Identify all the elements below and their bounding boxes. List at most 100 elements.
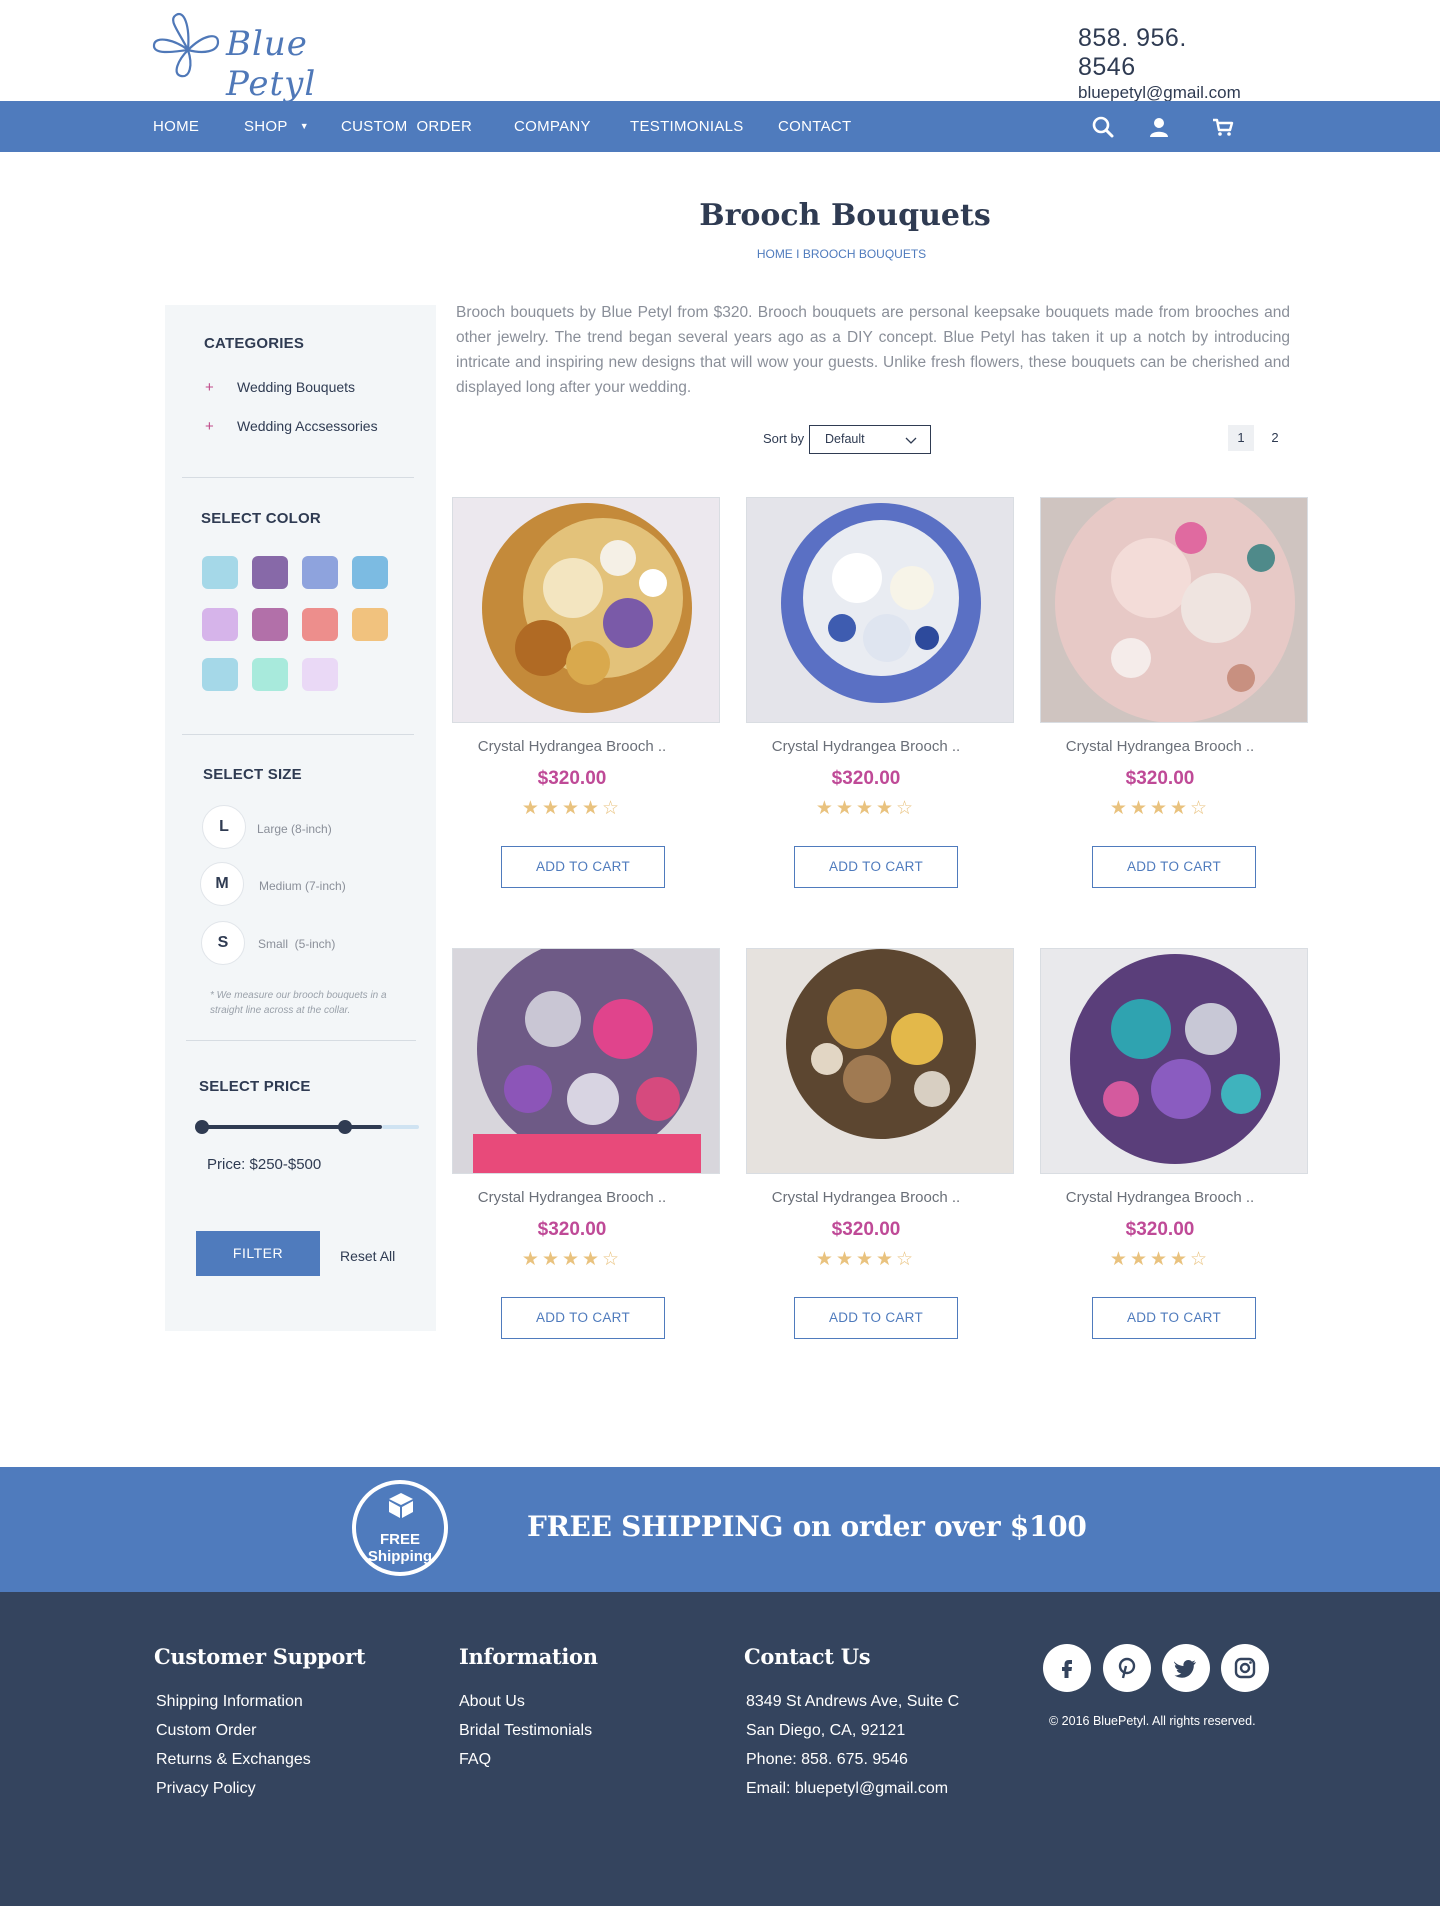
site-header: Blue Petyl 858. 956. 8546 bluepetyl@gmai…	[0, 0, 1440, 104]
product-card[interactable]: Crystal Hydrangea Brooch .. $320.00 ★★★★…	[452, 497, 720, 937]
categories-heading: CATEGORIES	[204, 335, 305, 352]
size-large-button[interactable]: L	[202, 805, 246, 849]
product-image[interactable]	[452, 497, 720, 723]
color-swatch[interactable]	[252, 658, 288, 691]
footer-link-custom-order[interactable]: Custom Order	[156, 1722, 256, 1740]
product-image[interactable]	[746, 948, 1014, 1174]
product-price: $320.00	[537, 768, 607, 789]
price-slider-max-handle[interactable]	[338, 1120, 352, 1134]
badge-text: FREE Shipping	[356, 1531, 444, 1565]
color-swatch[interactable]	[252, 608, 288, 641]
add-to-cart-button[interactable]: ADD TO CART	[501, 1297, 665, 1339]
product-rating: ★★★★☆	[521, 798, 623, 819]
price-range-label: Price: $250-$500	[207, 1156, 322, 1173]
nav-contact[interactable]: CONTACT	[778, 101, 851, 152]
facebook-icon[interactable]	[1043, 1644, 1091, 1692]
caret-down-icon: ▼	[299, 121, 309, 131]
color-swatch[interactable]	[302, 556, 338, 589]
instagram-icon[interactable]	[1221, 1644, 1269, 1692]
nav-company[interactable]: COMPANY	[514, 101, 591, 152]
price-slider-track[interactable]	[382, 1125, 419, 1129]
color-swatch[interactable]	[352, 608, 388, 641]
add-to-cart-button[interactable]: ADD TO CART	[1092, 846, 1256, 888]
footer-link-privacy[interactable]: Privacy Policy	[156, 1780, 256, 1798]
product-rating: ★★★★☆	[1109, 1249, 1211, 1270]
footer-link-shipping-info[interactable]: Shipping Information	[156, 1693, 303, 1711]
footer-link-about[interactable]: About Us	[459, 1693, 525, 1711]
footer-link-faq[interactable]: FAQ	[459, 1751, 491, 1769]
filter-button[interactable]: FILTER	[196, 1231, 320, 1276]
add-to-cart-button[interactable]: ADD TO CART	[501, 846, 665, 888]
product-image[interactable]	[746, 497, 1014, 723]
product-name[interactable]: Crystal Hydrangea Brooch ..	[746, 1189, 986, 1206]
contact-phone[interactable]: Phone: 858. 675. 9546	[746, 1751, 908, 1769]
add-to-cart-button[interactable]: ADD TO CART	[1092, 1297, 1256, 1339]
twitter-icon[interactable]	[1162, 1644, 1210, 1692]
product-name[interactable]: Crystal Hydrangea Brooch ..	[1040, 1189, 1280, 1206]
cart-icon[interactable]	[1210, 114, 1236, 140]
page-1-link[interactable]: 1	[1228, 425, 1254, 451]
product-image[interactable]	[1040, 948, 1308, 1174]
nav-shop-label: SHOP	[244, 118, 288, 135]
product-rating: ★★★★☆	[521, 1249, 623, 1270]
size-note: * We measure our brooch bouquets in a st…	[210, 990, 387, 1016]
category-wedding-accessories[interactable]: + Wedding Accsessories	[205, 418, 378, 435]
color-swatch[interactable]	[202, 556, 238, 589]
header-phone[interactable]: 858. 956. 8546	[1078, 24, 1248, 82]
product-card[interactable]: Crystal Hydrangea Brooch .. $320.00 ★★★★…	[1040, 948, 1308, 1388]
product-card[interactable]: Crystal Hydrangea Brooch .. $320.00 ★★★★…	[1040, 497, 1308, 937]
product-name[interactable]: Crystal Hydrangea Brooch ..	[452, 1189, 692, 1206]
nav-shop[interactable]: SHOP ▼	[244, 101, 309, 152]
product-card[interactable]: Crystal Hydrangea Brooch .. $320.00 ★★★★…	[746, 497, 1014, 937]
contact-heading: Contact Us	[744, 1644, 871, 1669]
product-card[interactable]: Crystal Hydrangea Brooch .. $320.00 ★★★★…	[452, 948, 720, 1388]
footer-link-testimonials[interactable]: Bridal Testimonials	[459, 1722, 592, 1740]
price-heading: SELECT PRICE	[199, 1078, 311, 1095]
user-icon[interactable]	[1146, 114, 1172, 140]
category-label: Wedding Accsessories	[237, 418, 378, 434]
badge-line-1: FREE	[379, 1531, 420, 1548]
page-2-link[interactable]: 2	[1262, 425, 1288, 451]
contact-email[interactable]: Email: bluepetyl@gmail.com	[746, 1780, 948, 1798]
header-email[interactable]: bluepetyl@gmail.com	[1078, 83, 1248, 103]
price-slider-range[interactable]	[197, 1125, 382, 1129]
product-name[interactable]: Crystal Hydrangea Brooch ..	[1040, 738, 1280, 755]
add-to-cart-button[interactable]: ADD TO CART	[794, 846, 958, 888]
category-wedding-bouquets[interactable]: + Wedding Bouquets	[205, 379, 355, 396]
product-image[interactable]	[452, 948, 720, 1174]
color-swatch[interactable]	[352, 556, 388, 589]
color-swatch[interactable]	[252, 556, 288, 589]
color-swatch[interactable]	[302, 658, 338, 691]
breadcrumb[interactable]: HOME I BROOCH BOUQUETS	[0, 247, 1440, 261]
search-icon[interactable]	[1090, 114, 1116, 140]
price-slider-min-handle[interactable]	[195, 1120, 209, 1134]
add-to-cart-button[interactable]: ADD TO CART	[794, 1297, 958, 1339]
footer-link-returns[interactable]: Returns & Exchanges	[156, 1751, 311, 1769]
nav-testimonials[interactable]: TESTIMONIALS	[630, 101, 744, 152]
pinterest-icon[interactable]	[1103, 1644, 1151, 1692]
box-icon	[389, 1493, 413, 1518]
reset-all-link[interactable]: Reset All	[340, 1248, 395, 1264]
size-medium-button[interactable]: M	[200, 862, 244, 906]
brand-logo[interactable]: Blue Petyl	[148, 10, 378, 104]
copyright-text: © 2016 BluePetyl. All rights reserved.	[1049, 1714, 1256, 1728]
color-heading: SELECT COLOR	[201, 510, 321, 527]
product-name[interactable]: Crystal Hydrangea Brooch ..	[746, 738, 986, 755]
divider	[186, 1040, 416, 1041]
product-price: $320.00	[831, 768, 901, 789]
sort-select[interactable]: Default	[809, 425, 931, 454]
color-swatch[interactable]	[202, 658, 238, 691]
free-shipping-badge: FREE Shipping	[352, 1480, 448, 1576]
color-swatch[interactable]	[202, 608, 238, 641]
color-swatch[interactable]	[302, 608, 338, 641]
size-small-button[interactable]: S	[201, 921, 245, 965]
category-label: Wedding Bouquets	[237, 379, 356, 395]
product-name[interactable]: Crystal Hydrangea Brooch ..	[452, 738, 692, 755]
nav-home[interactable]: HOME	[153, 101, 199, 152]
product-image[interactable]	[1040, 497, 1308, 723]
brand-name: Blue Petyl	[226, 24, 317, 104]
sort-label: Sort by	[763, 431, 805, 446]
nav-custom-order[interactable]: CUSTOM ORDER	[341, 101, 472, 152]
filter-sidebar: CATEGORIES + Wedding Bouquets + Wedding Ac…	[165, 305, 436, 1331]
product-card[interactable]: Crystal Hydrangea Brooch .. $320.00 ★★★★…	[746, 948, 1014, 1388]
